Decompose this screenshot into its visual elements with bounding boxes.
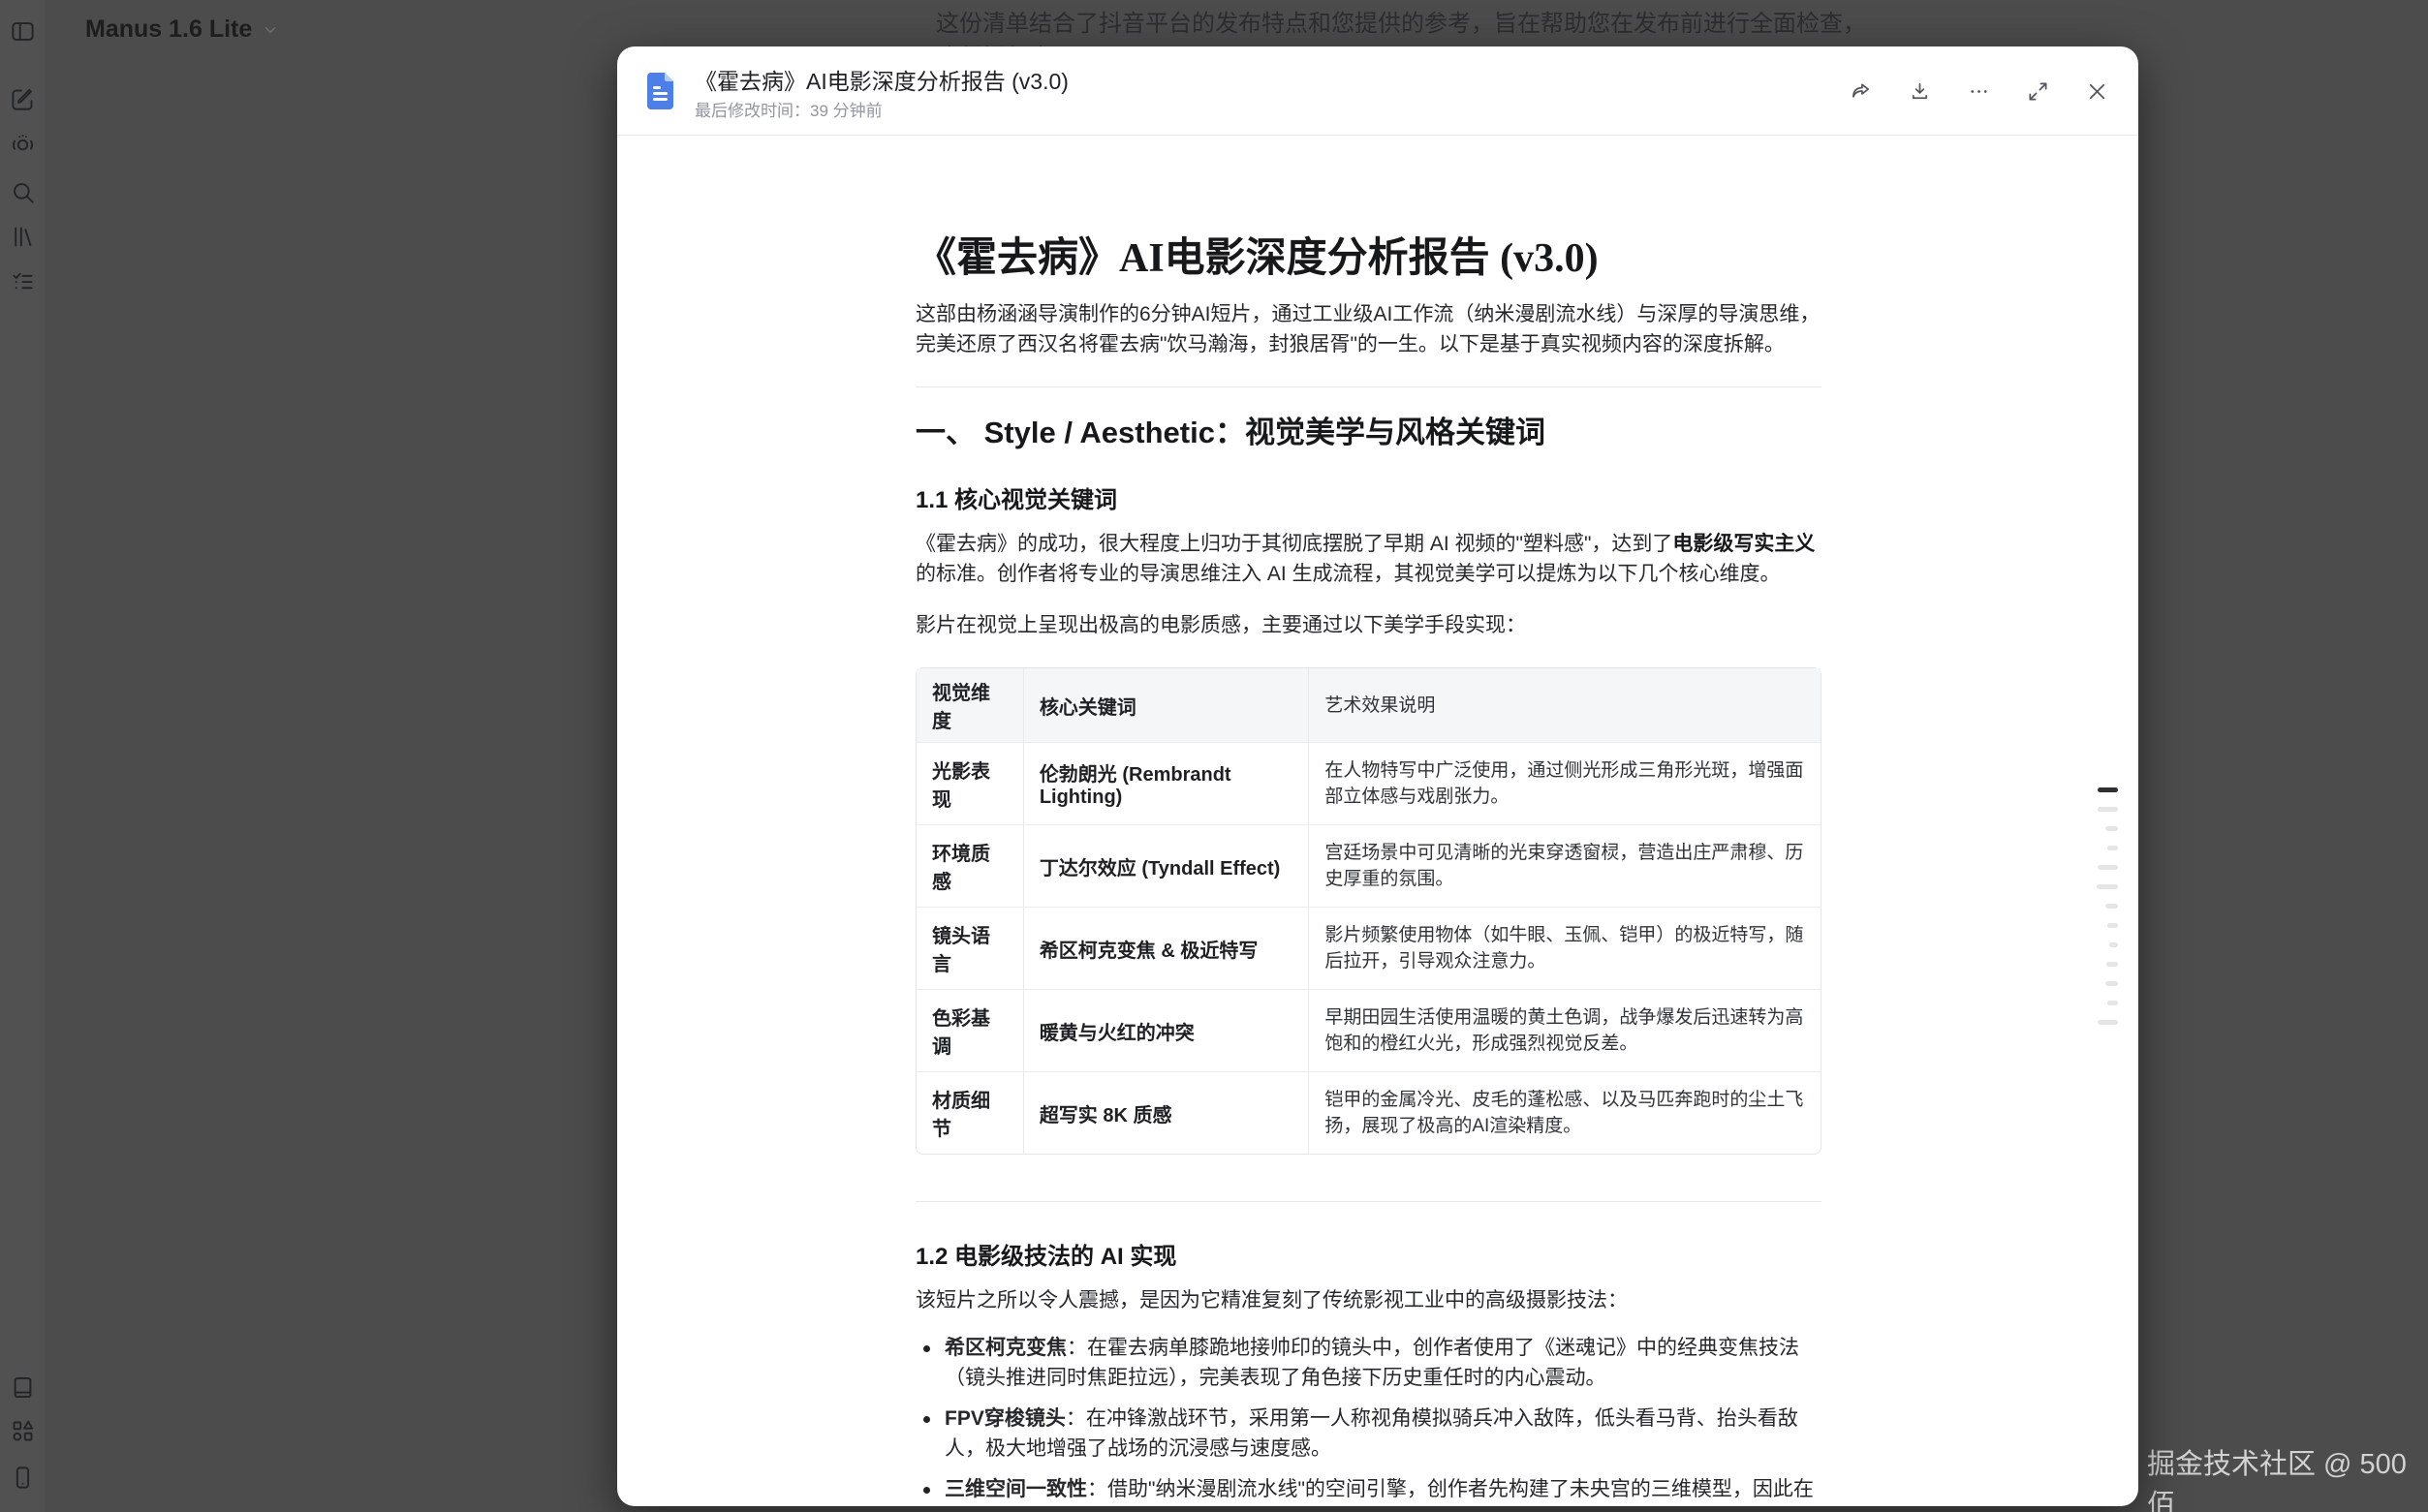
- cell-dimension: 色彩基调: [917, 989, 1023, 1071]
- tasks-icon[interactable]: [6, 264, 39, 297]
- section-1-2-heading: 1.2 电影级技法的 AI 实现: [916, 1241, 1821, 1273]
- list-item: FPV穿梭镜头：在冲锋激战环节，采用第一人称视角模拟骑兵冲入敌阵，低头看马背、抬…: [916, 1404, 1821, 1464]
- section-1-2-paragraph: 该短片之所以令人震撼，是因为它精准复刻了传统影视工业中的高级摄影技法：: [916, 1285, 1821, 1315]
- section-1-1-paragraph-2: 影片在视觉上呈现出极高的电影质感，主要通过以下美学手段实现：: [916, 610, 1821, 640]
- keyword-main: 超写实 8K 质感: [1040, 1105, 1172, 1126]
- outline-bar[interactable]: [2109, 942, 2118, 947]
- cell-dimension: 材质细节: [917, 1071, 1023, 1154]
- more-button[interactable]: [1962, 75, 1995, 108]
- divider: [916, 386, 1821, 387]
- outline-bar[interactable]: [2107, 846, 2118, 850]
- doc-intro-paragraph: 这部由杨涵涵导演制作的6分钟AI短片，通过工业级AI工作流（纳米漫剧流水线）与深…: [916, 299, 1821, 359]
- panel-toggle-icon[interactable]: [6, 15, 39, 47]
- bullet-text: ：在霍去病单膝跪地接帅印的镜头中，创作者使用了《迷魂记》中的经典变焦技法（镜头推…: [945, 1337, 1799, 1389]
- cell-dimension: 光影表现: [917, 742, 1023, 824]
- share-button[interactable]: [1844, 75, 1877, 108]
- outline-bar[interactable]: [2097, 884, 2118, 889]
- p1-text-post: 的标准。创作者将专业的导演思维注入 AI 生成流程，其视觉美学可以提炼为以下几个…: [916, 563, 1781, 585]
- library-icon[interactable]: [6, 220, 39, 253]
- table-row: 镜头语言 希区柯克变焦 & 极近特写 影片频繁使用物体（如牛眼、玉佩、铠甲）的极…: [917, 907, 1821, 989]
- cell-effect: 影片频繁使用物体（如牛眼、玉佩、铠甲）的极近特写，随后拉开，引导观众注意力。: [1308, 907, 1821, 989]
- document-outline-minimap[interactable]: [2097, 787, 2118, 1025]
- outline-bar[interactable]: [2105, 826, 2118, 831]
- cell-dimension: 环境质感: [917, 824, 1023, 907]
- list-item: 三维空间一致性：借助"纳米漫剧流水线"的空间引擎，创作者先构建了未央宫的三维模型…: [916, 1474, 1821, 1506]
- compose-icon[interactable]: [6, 82, 39, 115]
- more-icon: [1968, 80, 1990, 103]
- share-icon: [1850, 80, 1872, 103]
- document-content: 《霍去病》AI电影深度分析报告 (v3.0) 这部由杨涵涵导演制作的6分钟AI短…: [916, 137, 1821, 1506]
- col-header-keyword: 核心关键词: [1023, 668, 1309, 742]
- section-1-heading: 一、 Style / Aesthetic：视觉美学与风格关键词: [916, 413, 1821, 453]
- bullet-lead: 希区柯克变焦: [945, 1337, 1067, 1359]
- cell-keyword: 暖黄与火红的冲突: [1023, 989, 1309, 1071]
- search-icon[interactable]: [6, 175, 39, 208]
- apps-icon[interactable]: [6, 1414, 39, 1447]
- phone-icon[interactable]: [6, 1461, 39, 1494]
- modal-doc-title: 《霍去病》AI电影深度分析报告 (v3.0): [695, 63, 1069, 96]
- keyword-main: 希区柯克变焦 & 极近特写: [1040, 941, 1259, 962]
- app-title-dropdown[interactable]: Manus 1.6 Lite: [85, 15, 279, 44]
- cell-effect: 铠甲的金属冷光、皮毛的蓬松感、以及马匹奔跑时的尘土飞扬，展现了极高的AI渲染精度…: [1308, 1071, 1821, 1154]
- cell-dimension: 镜头语言: [917, 907, 1023, 989]
- technique-list: 希区柯克变焦：在霍去病单膝跪地接帅印的镜头中，创作者使用了《迷魂记》中的经典变焦…: [916, 1333, 1821, 1506]
- agent-icon[interactable]: [6, 127, 39, 160]
- bullet-text: ：在冲锋激战环节，采用第一人称视角模拟骑兵冲入敌阵，低头看马背、抬头看敌人，极大…: [945, 1407, 1798, 1460]
- outline-bar[interactable]: [2098, 865, 2118, 870]
- download-button[interactable]: [1903, 75, 1936, 108]
- close-icon: [2086, 80, 2108, 103]
- table-row: 光影表现 伦勃朗光 (Rembrandt Lighting) 在人物特写中广泛使…: [917, 742, 1821, 824]
- cell-effect: 在人物特写中广泛使用，通过侧光形成三角形光斑，增强面部立体感与戏剧张力。: [1308, 742, 1821, 824]
- p1-text-pre: 《霍去病》的成功，很大程度上归功于其彻底摆脱了早期 AI 视频的"塑料感"，达到…: [916, 533, 1672, 555]
- modal-actions: [1844, 46, 2113, 136]
- left-sidebar: [0, 0, 45, 1512]
- chevron-down-icon: [262, 21, 279, 39]
- section-1-1-heading: 1.1 核心视觉关键词: [916, 484, 1821, 516]
- list-item: 希区柯克变焦：在霍去病单膝跪地接帅印的镜头中，创作者使用了《迷魂记》中的经典变焦…: [916, 1333, 1821, 1393]
- notebook-icon[interactable]: [6, 1371, 39, 1404]
- table-row: 材质细节 超写实 8K 质感 铠甲的金属冷光、皮毛的蓬松感、以及马匹奔跑时的尘土…: [917, 1071, 1821, 1154]
- col-header-effect: 艺术效果说明: [1308, 668, 1821, 742]
- p1-text-bold: 电影级写实主义: [1672, 533, 1815, 555]
- table-row: 环境质感 丁达尔效应 (Tyndall Effect) 宫廷场景中可见清晰的光束…: [917, 824, 1821, 907]
- cell-keyword: 丁达尔效应 (Tyndall Effect): [1023, 824, 1309, 907]
- outline-bar[interactable]: [2107, 923, 2118, 928]
- outline-bar[interactable]: [2098, 787, 2118, 792]
- modal-header: 《霍去病》AI电影深度分析报告 (v3.0) 最后修改时间：39 分钟前: [617, 46, 2138, 136]
- section-1-1-paragraph-1: 《霍去病》的成功，很大程度上归功于其彻底摆脱了早期 AI 视频的"塑料感"，达到…: [916, 529, 1821, 589]
- outline-bar[interactable]: [2107, 1001, 2118, 1005]
- keyword-main: 伦勃朗光: [1040, 764, 1117, 786]
- doc-title: 《霍去病》AI电影深度分析报告 (v3.0): [916, 233, 1821, 284]
- keyword-main: 暖黄与火红的冲突: [1040, 1023, 1195, 1044]
- table-row: 色彩基调 暖黄与火红的冲突 早期田园生活使用温暖的黄土色调，战争爆发后迅速转为高…: [917, 989, 1821, 1071]
- cell-effect: 宫廷场景中可见清晰的光束穿透窗棂，营造出庄严肃穆、历史厚重的氛围。: [1308, 824, 1821, 907]
- outline-bar[interactable]: [2106, 962, 2118, 967]
- col-header-dimension: 视觉维度: [917, 668, 1023, 742]
- app-title-label: Manus 1.6 Lite: [85, 15, 252, 44]
- cell-keyword: 伦勃朗光 (Rembrandt Lighting): [1023, 742, 1309, 824]
- close-button[interactable]: [2080, 75, 2113, 108]
- cell-keyword: 希区柯克变焦 & 极近特写: [1023, 907, 1309, 989]
- outline-bar[interactable]: [2098, 1020, 2118, 1025]
- fullscreen-button[interactable]: [2021, 75, 2054, 108]
- document-body[interactable]: 《霍去病》AI电影深度分析报告 (v3.0) 这部由杨涵涵导演制作的6分钟AI短…: [617, 137, 2138, 1506]
- bullet-lead: 三维空间一致性: [945, 1478, 1087, 1500]
- cell-effect: 早期田园生活使用温暖的黄土色调，战争爆发后迅速转为高饱和的橙红火光，形成强烈视觉…: [1308, 989, 1821, 1071]
- watermark-text: 掘金技术社区 @ 500佰: [2147, 1441, 2428, 1512]
- keyword-main: 丁达尔效应: [1040, 858, 1136, 879]
- cell-keyword: 超写实 8K 质感: [1023, 1071, 1309, 1154]
- table-head: 视觉维度 核心关键词 艺术效果说明: [917, 668, 1821, 742]
- outline-bar[interactable]: [2105, 981, 2118, 986]
- bullet-lead: FPV穿梭镜头: [945, 1407, 1066, 1430]
- divider: [916, 1201, 1821, 1202]
- outline-bar[interactable]: [2105, 904, 2118, 909]
- modal-doc-modified: 最后修改时间：39 分钟前: [695, 97, 883, 121]
- download-icon: [1909, 80, 1931, 103]
- fullscreen-icon: [2027, 80, 2049, 103]
- document-modal: 《霍去病》AI电影深度分析报告 (v3.0) 最后修改时间：39 分钟前 《霍去…: [617, 46, 2138, 1506]
- aesthetic-keywords-table: 视觉维度 核心关键词 艺术效果说明 光影表现 伦勃朗光 (Rembrandt L…: [916, 667, 1821, 1155]
- keyword-en: (Tyndall Effect): [1136, 858, 1281, 879]
- doc-file-icon: [638, 70, 681, 112]
- outline-bar[interactable]: [2098, 807, 2118, 812]
